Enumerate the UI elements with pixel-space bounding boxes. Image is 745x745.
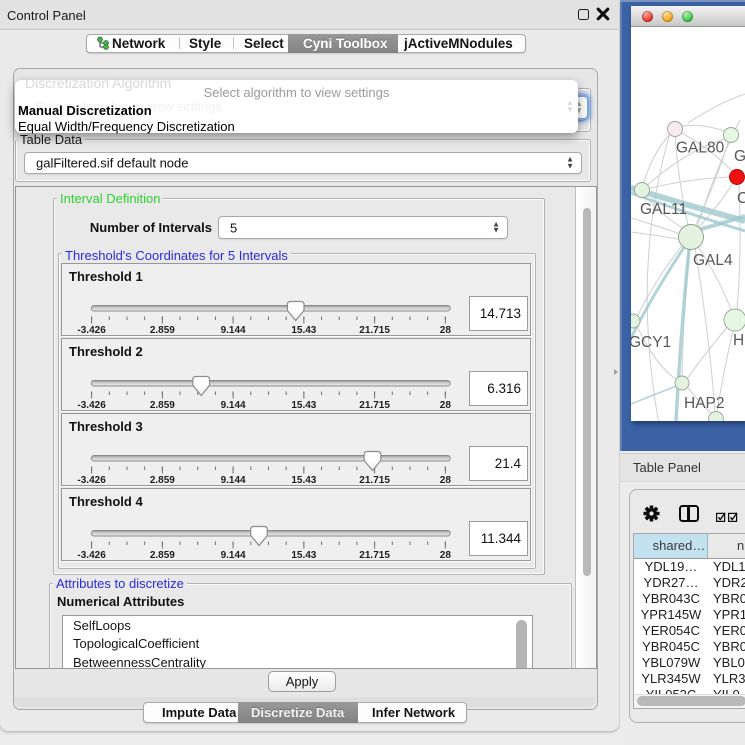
svg-text:2.859: 2.859 [150, 550, 175, 561]
svg-text:GAL11: GAL11 [640, 201, 687, 218]
svg-text:C: C [737, 190, 745, 207]
svg-text:28: 28 [440, 325, 452, 336]
svg-text:2.859: 2.859 [150, 400, 175, 411]
svg-text:HAP2: HAP2 [684, 395, 725, 412]
svg-text:15.43: 15.43 [291, 400, 316, 411]
svg-text:-3.426: -3.426 [77, 325, 106, 336]
svg-text:21.715: 21.715 [359, 550, 390, 561]
svg-text:15.43: 15.43 [291, 475, 316, 486]
svg-text:-3.426: -3.426 [77, 475, 106, 486]
svg-text:21.715: 21.715 [359, 400, 390, 411]
svg-text:H: H [733, 332, 744, 349]
svg-text:GCY1: GCY1 [631, 334, 671, 351]
svg-text:28: 28 [440, 475, 452, 486]
svg-text:2.859: 2.859 [150, 325, 175, 336]
svg-text:-3.426: -3.426 [77, 550, 106, 561]
svg-text:15.43: 15.43 [291, 325, 316, 336]
svg-text:9.144: 9.144 [221, 325, 246, 336]
svg-text:21.715: 21.715 [359, 475, 390, 486]
svg-text:9.144: 9.144 [221, 400, 246, 411]
svg-text:2.859: 2.859 [150, 475, 175, 486]
svg-text:9.144: 9.144 [221, 475, 246, 486]
svg-text:-3.426: -3.426 [77, 400, 106, 411]
svg-text:GAL4: GAL4 [693, 252, 733, 269]
svg-text:9.144: 9.144 [221, 550, 246, 561]
svg-text:GAL80: GAL80 [676, 140, 725, 157]
svg-text:15.43: 15.43 [291, 550, 316, 561]
svg-text:28: 28 [440, 400, 452, 411]
svg-text:28: 28 [440, 550, 452, 561]
svg-text:21.715: 21.715 [359, 325, 390, 336]
svg-text:G: G [734, 148, 745, 165]
